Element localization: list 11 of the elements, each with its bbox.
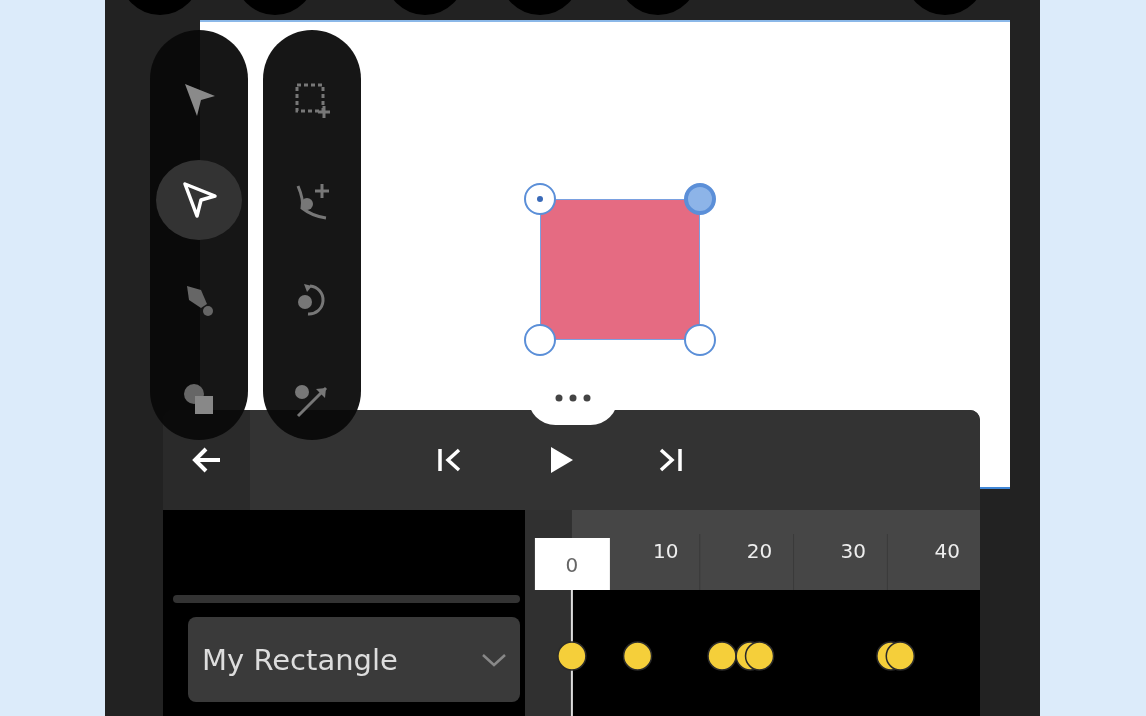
- frame-number: 40: [934, 539, 960, 563]
- resize-handle[interactable]: [524, 183, 556, 215]
- current-frame-marker[interactable]: 0: [534, 538, 610, 590]
- resize-handle[interactable]: [524, 324, 556, 356]
- frame-number: 10: [653, 539, 679, 563]
- layer-dropdown[interactable]: My Rectangle: [188, 617, 520, 702]
- resize-handle[interactable]: [684, 183, 716, 215]
- more-icon: [553, 392, 593, 403]
- resize-handle[interactable]: [684, 324, 716, 356]
- frame-number: 20: [746, 539, 773, 563]
- frame-number: 30: [840, 539, 867, 563]
